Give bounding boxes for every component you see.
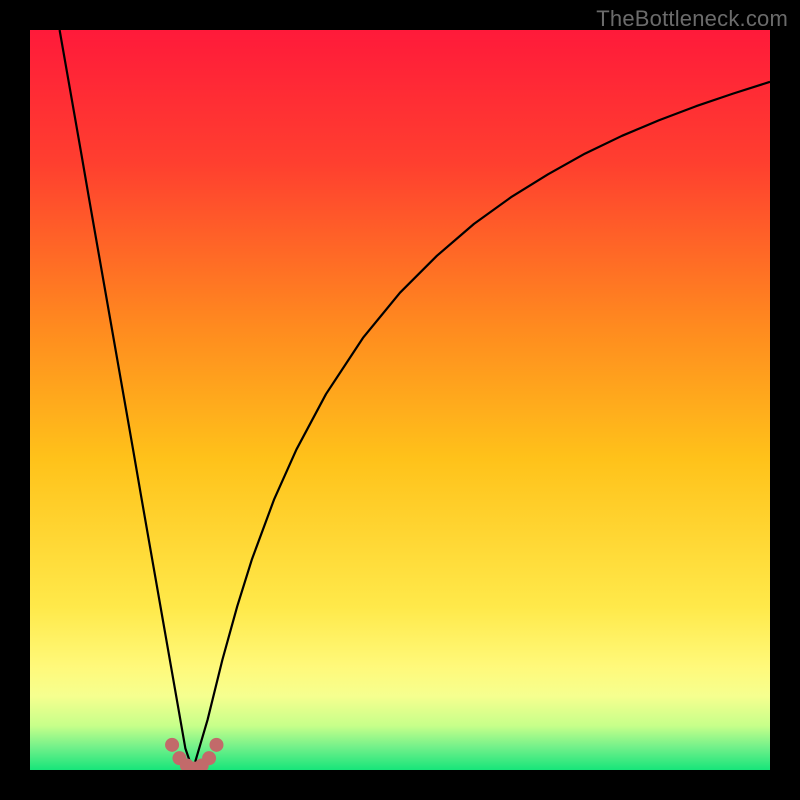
dip-marker: [209, 738, 223, 752]
chart-frame: TheBottleneck.com: [0, 0, 800, 800]
gradient-background: [30, 30, 770, 770]
dip-marker: [165, 738, 179, 752]
chart-svg: [30, 30, 770, 770]
dip-marker: [202, 751, 216, 765]
watermark-text: TheBottleneck.com: [596, 6, 788, 32]
plot-area: [30, 30, 770, 770]
